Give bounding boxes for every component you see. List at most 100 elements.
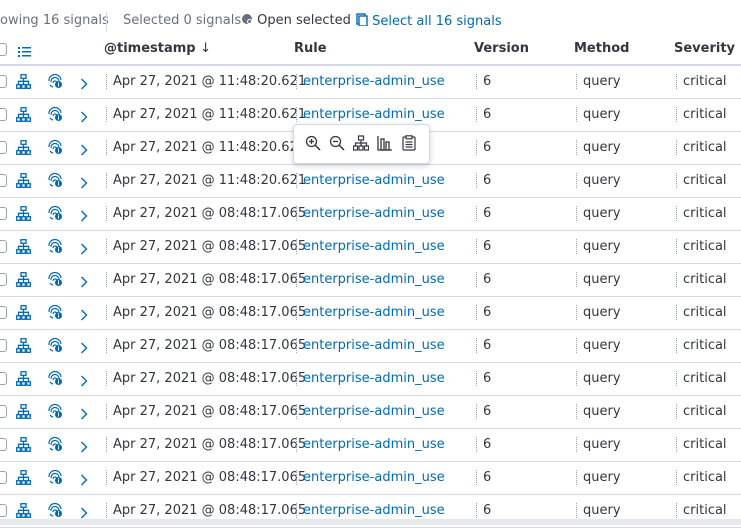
rule-link[interactable]: enterprise-admin_use [296, 173, 445, 188]
rule-link[interactable]: enterprise-admin_use [296, 437, 445, 452]
timestamp-cell: Apr 27, 2021 @ 08:48:17.065 [106, 272, 306, 287]
expand-chevron-icon[interactable] [80, 240, 88, 259]
method-cell: query [576, 239, 621, 254]
row-checkbox[interactable] [0, 306, 7, 319]
column-version[interactable]: Version [474, 41, 529, 56]
fingerprint-icon[interactable] [47, 73, 63, 93]
hierarchy-icon[interactable] [16, 74, 31, 93]
hierarchy-icon[interactable] [16, 239, 31, 258]
expand-chevron-icon[interactable] [80, 471, 88, 490]
rule-link[interactable]: enterprise-admin_use [296, 305, 445, 320]
row-checkbox[interactable] [0, 471, 7, 484]
hierarchy-icon[interactable] [16, 470, 31, 489]
bar-chart-icon[interactable] [377, 135, 393, 155]
row-checkbox[interactable] [0, 339, 7, 352]
expand-chevron-icon[interactable] [80, 372, 88, 391]
row-checkbox[interactable] [0, 75, 7, 88]
zoom-out-icon[interactable] [329, 135, 345, 155]
table-row: Apr 27, 2021 @ 08:48:17.065 enterprise-ad… [0, 428, 741, 462]
timestamp-cell: Apr 27, 2021 @ 08:48:17.065 [106, 338, 306, 353]
hierarchy-icon[interactable] [16, 107, 31, 126]
fingerprint-icon[interactable] [47, 205, 63, 225]
row-checkbox[interactable] [0, 405, 7, 418]
fingerprint-icon[interactable] [47, 337, 63, 357]
timestamp-cell: Apr 27, 2021 @ 08:48:17.065 [106, 470, 306, 485]
hierarchy-icon[interactable] [16, 338, 31, 357]
expand-chevron-icon[interactable] [80, 405, 88, 424]
table-header: @timestamp ↓ Rule Version Method Severit… [0, 38, 741, 66]
hierarchy-icon[interactable] [16, 371, 31, 390]
column-list-icon[interactable] [18, 43, 31, 62]
column-severity[interactable]: Severity [674, 41, 735, 56]
severity-cell: critical [676, 272, 727, 287]
table-row: Apr 27, 2021 @ 08:48:17.065 enterprise-ad… [0, 329, 741, 363]
fingerprint-icon[interactable] [47, 106, 63, 126]
method-cell: query [576, 371, 621, 386]
row-checkbox[interactable] [0, 207, 7, 220]
timestamp-cell: Apr 27, 2021 @ 08:48:17.065 [106, 239, 306, 254]
fingerprint-icon[interactable] [47, 403, 63, 423]
fingerprint-icon[interactable] [47, 469, 63, 489]
fingerprint-icon[interactable] [47, 304, 63, 324]
fingerprint-icon[interactable] [47, 139, 63, 159]
timestamp-cell: Apr 27, 2021 @ 11:48:20.621 [106, 140, 306, 155]
rule-link[interactable]: enterprise-admin_use [296, 239, 445, 254]
hierarchy-icon[interactable] [16, 206, 31, 225]
severity-cell: critical [676, 338, 727, 353]
fingerprint-icon[interactable] [47, 271, 63, 291]
column-method[interactable]: Method [574, 41, 629, 56]
row-checkbox[interactable] [0, 108, 7, 121]
column-timestamp[interactable]: @timestamp ↓ [104, 41, 211, 56]
rule-link[interactable]: enterprise-admin_use [296, 206, 445, 221]
rule-link[interactable]: enterprise-admin_use [296, 272, 445, 287]
row-checkbox[interactable] [0, 372, 7, 385]
timestamp-cell: Apr 27, 2021 @ 11:48:20.621 [106, 74, 306, 89]
table-row: Apr 27, 2021 @ 11:48:20.621 enterprise-ad… [0, 65, 741, 99]
fingerprint-icon[interactable] [47, 172, 63, 192]
row-checkbox[interactable] [0, 438, 7, 451]
fingerprint-icon[interactable] [47, 238, 63, 258]
column-rule[interactable]: Rule [294, 41, 327, 56]
hierarchy-icon[interactable] [352, 135, 370, 155]
row-checkbox[interactable] [0, 141, 7, 154]
horizontal-scrollbar[interactable] [0, 519, 741, 525]
fingerprint-icon[interactable] [47, 436, 63, 456]
select-all-icon [356, 13, 368, 27]
expand-chevron-icon[interactable] [80, 75, 88, 94]
rule-link[interactable]: enterprise-admin_use [296, 107, 445, 122]
row-checkbox[interactable] [0, 504, 7, 517]
severity-cell: critical [676, 437, 727, 452]
rule-link[interactable]: enterprise-admin_use [296, 338, 445, 353]
expand-chevron-icon[interactable] [80, 108, 88, 127]
hierarchy-icon[interactable] [16, 173, 31, 192]
expand-chevron-icon[interactable] [80, 339, 88, 358]
expand-chevron-icon[interactable] [80, 438, 88, 457]
row-checkbox[interactable] [0, 240, 7, 253]
timestamp-cell: Apr 27, 2021 @ 08:48:17.065 [106, 437, 306, 452]
expand-chevron-icon[interactable] [80, 273, 88, 292]
rule-link[interactable]: enterprise-admin_use [296, 404, 445, 419]
clipboard-icon[interactable] [401, 135, 417, 155]
hierarchy-icon[interactable] [16, 404, 31, 423]
expand-chevron-icon[interactable] [80, 174, 88, 193]
rule-link[interactable]: enterprise-admin_use [296, 503, 445, 518]
severity-cell: critical [676, 107, 727, 122]
fingerprint-icon[interactable] [47, 370, 63, 390]
row-checkbox[interactable] [0, 174, 7, 187]
row-checkbox[interactable] [0, 273, 7, 286]
rule-link[interactable]: enterprise-admin_use [296, 371, 445, 386]
hierarchy-icon[interactable] [16, 272, 31, 291]
rule-link[interactable]: enterprise-admin_use [296, 74, 445, 89]
expand-chevron-icon[interactable] [80, 207, 88, 226]
toolbar-divider [106, 12, 107, 32]
hierarchy-icon[interactable] [16, 437, 31, 456]
expand-chevron-icon[interactable] [80, 141, 88, 160]
select-all-checkbox[interactable] [0, 43, 7, 56]
hierarchy-icon[interactable] [16, 305, 31, 324]
open-selected-button[interactable]: Open selected [241, 13, 351, 28]
rule-link[interactable]: enterprise-admin_use [296, 470, 445, 485]
hierarchy-icon[interactable] [16, 140, 31, 159]
expand-chevron-icon[interactable] [80, 306, 88, 325]
zoom-in-icon[interactable] [305, 135, 321, 155]
select-all-button[interactable]: Select all 16 signals [356, 13, 502, 29]
